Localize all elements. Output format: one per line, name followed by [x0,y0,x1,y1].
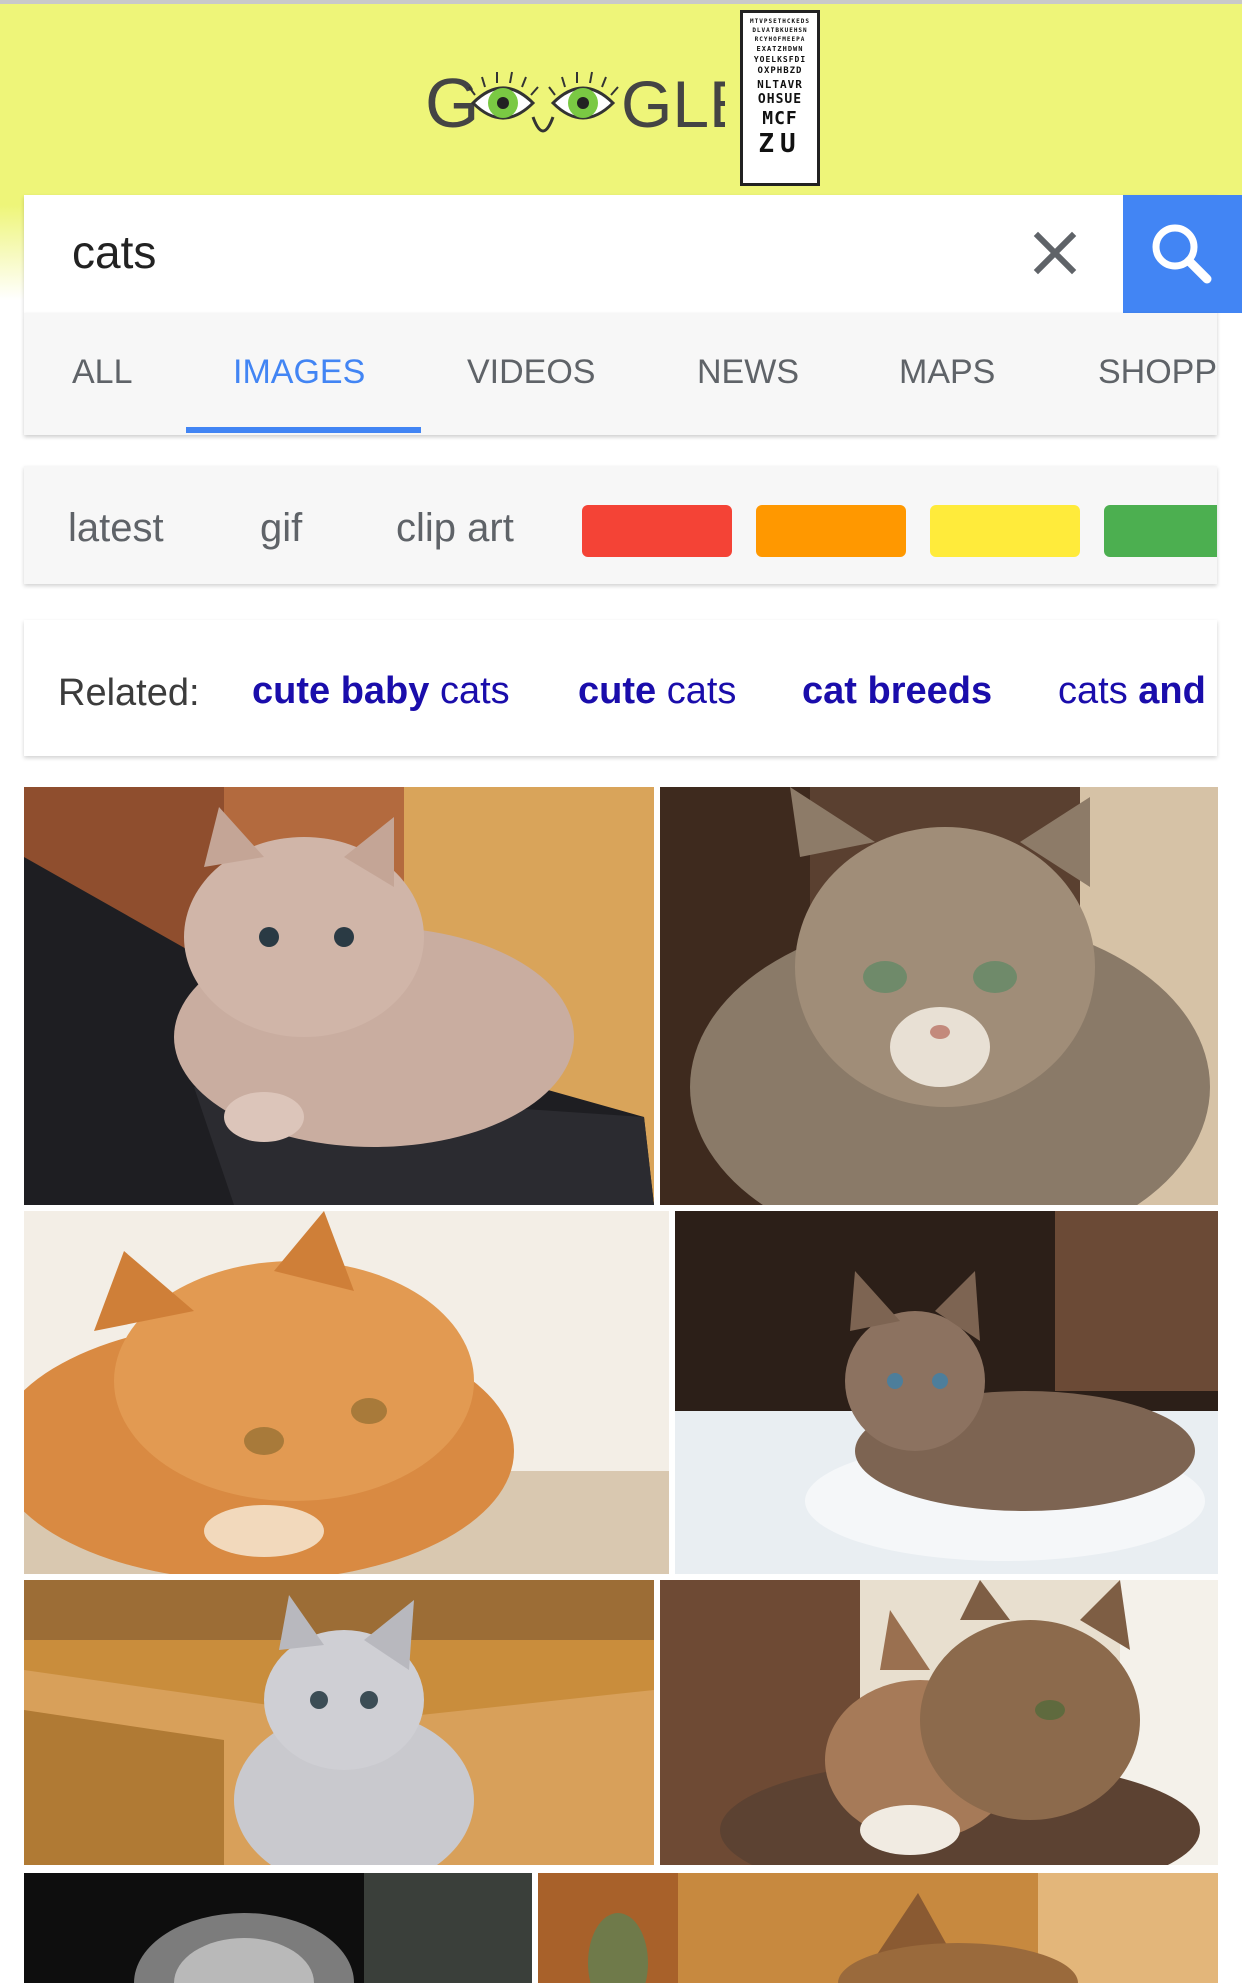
related-link[interactable]: cats and [1058,670,1206,713]
logo-letters-gle: GLE [621,67,725,141]
related-link[interactable]: cute cats [578,670,736,713]
search-icon [1152,224,1212,284]
close-icon[interactable] [1024,222,1086,284]
eye-icon [548,71,619,120]
search-button[interactable] [1123,195,1242,313]
tab-all[interactable]: ALL [72,353,133,392]
search-input[interactable]: cats [72,225,156,279]
tab-news[interactable]: NEWS [697,353,799,392]
related-label: Related: [58,672,200,714]
search-tabs: ALL IMAGES VIDEOS NEWS MAPS SHOPP [24,313,1217,435]
top-divider [0,0,1242,4]
filter-chips: latest gif clip art [24,466,1217,584]
chip-gif[interactable]: gif [260,506,302,551]
tab-shopping[interactable]: SHOPP [1098,353,1217,392]
image-result[interactable] [24,1211,669,1574]
chip-clip-art[interactable]: clip art [396,506,514,551]
tab-maps[interactable]: MAPS [899,353,995,392]
color-swatch-green[interactable] [1104,505,1217,557]
eye-chart-card: MTVPSETHCKEDS DLVATBKUEHSN RCYHOFMEEPA E… [740,10,820,186]
google-doodle-logo[interactable]: G GLE [425,55,725,150]
image-result[interactable] [24,787,654,1205]
tab-images[interactable]: IMAGES [233,353,365,392]
image-result[interactable] [538,1873,1218,1983]
active-tab-indicator [186,427,421,433]
related-searches: Related: cute baby cats cute cats cat br… [24,620,1217,756]
image-result[interactable] [24,1873,532,1983]
related-link[interactable]: cute baby cats [252,670,510,713]
color-swatch-yellow[interactable] [930,505,1080,557]
image-result[interactable] [24,1580,654,1865]
image-result[interactable] [660,1580,1218,1865]
image-result[interactable] [675,1211,1218,1574]
chip-latest[interactable]: latest [68,506,164,551]
image-result[interactable] [660,787,1218,1205]
tab-videos[interactable]: VIDEOS [467,353,595,392]
color-swatch-orange[interactable] [756,505,906,557]
search-bar: cats [24,195,1242,313]
related-link[interactable]: cat breeds [802,670,992,713]
color-swatch-red[interactable] [582,505,732,557]
